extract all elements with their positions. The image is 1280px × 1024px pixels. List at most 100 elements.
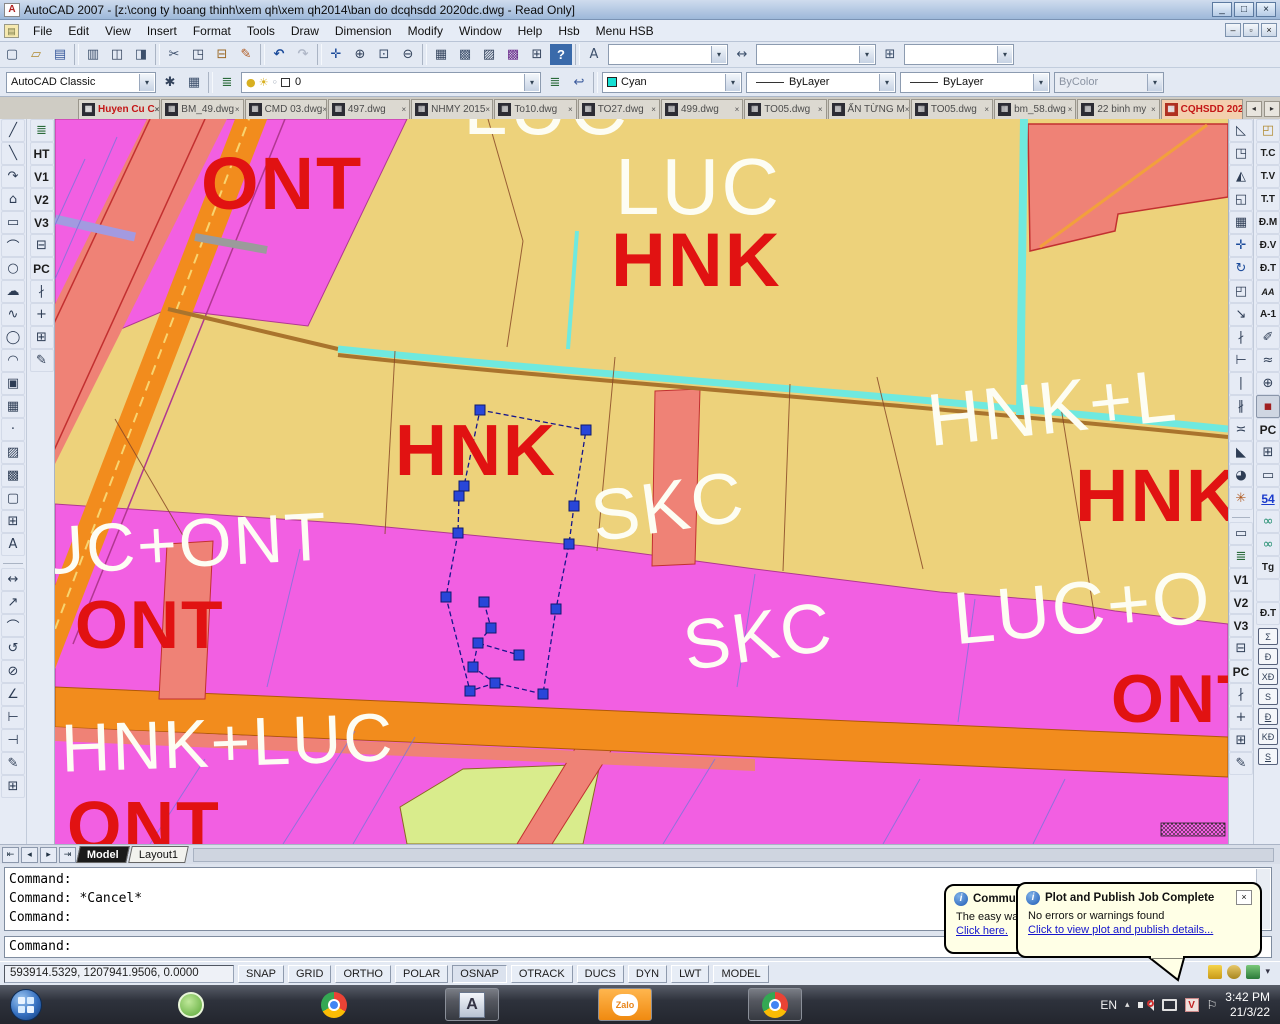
mtext-icon[interactable]: A: [1, 533, 25, 556]
workspace-save-icon[interactable]: ▦: [183, 72, 205, 93]
close-icon[interactable]: ×: [905, 105, 910, 114]
text-style-icon[interactable]: A: [583, 44, 605, 65]
menu-view[interactable]: View: [97, 21, 139, 41]
horizontal-scrollbar[interactable]: [193, 848, 1274, 862]
start-button[interactable]: [10, 989, 42, 1021]
window-tool-icon[interactable]: ⊟: [1229, 637, 1253, 660]
table-tool-icon[interactable]: ⊞: [30, 326, 54, 349]
next-tab-icon[interactable]: ▸: [40, 847, 57, 863]
doc-tab[interactable]: ▦497.dwg×: [328, 99, 410, 119]
break-icon[interactable]: ∦: [1229, 395, 1253, 418]
dim-style-icon[interactable]: ↔: [731, 44, 753, 65]
close-icon[interactable]: ×: [155, 105, 160, 114]
line-icon[interactable]: ╱: [1, 119, 25, 142]
tool-sigma-button[interactable]: Σ: [1258, 628, 1278, 645]
doc-minimize-button[interactable]: –: [1225, 23, 1241, 37]
ellipse-arc-icon[interactable]: ◠: [1, 349, 25, 372]
close-icon[interactable]: ×: [651, 105, 656, 114]
match-properties-icon[interactable]: ✎: [235, 44, 257, 65]
tab-scroll-right-icon[interactable]: ▸: [1264, 101, 1280, 117]
copy-object-icon[interactable]: ◳: [1229, 142, 1253, 165]
tool-a1-button[interactable]: A-1: [1256, 303, 1280, 326]
taskbar-zalo-icon[interactable]: Zalo: [609, 989, 641, 1021]
offset-icon[interactable]: ◱: [1229, 188, 1253, 211]
toggle-ducs[interactable]: DUCS: [577, 965, 624, 983]
dim-aligned-icon[interactable]: ↗: [1, 591, 25, 614]
tool-v1-button[interactable]: V1: [30, 165, 54, 188]
break-tool-icon[interactable]: ∤: [30, 280, 54, 303]
status-tray-arrow-icon[interactable]: ▾: [1265, 967, 1270, 977]
tool-v2-button[interactable]: V2: [30, 188, 54, 211]
menu-window[interactable]: Window: [451, 21, 510, 41]
lineweight-combo[interactable]: ByLayer ▾: [900, 72, 1050, 93]
wave-tool-icon[interactable]: ≈: [1256, 349, 1280, 372]
table-style-icon[interactable]: ⊞: [879, 44, 901, 65]
publish-icon[interactable]: ◨: [130, 44, 152, 65]
dim-arc-icon[interactable]: ⌒: [1, 614, 25, 637]
close-icon[interactable]: ×: [235, 105, 240, 114]
menu-tools[interactable]: Tools: [239, 21, 283, 41]
close-icon[interactable]: ×: [1068, 105, 1073, 114]
tool-s2-button[interactable]: S: [1258, 748, 1278, 765]
toggle-dyn[interactable]: DYN: [628, 965, 667, 983]
minimize-button[interactable]: _: [1212, 2, 1232, 17]
action-center-flag-icon[interactable]: ⚐: [1207, 998, 1218, 1012]
language-indicator[interactable]: EN: [1100, 998, 1117, 1012]
toggle-lwt[interactable]: LWT: [671, 965, 709, 983]
dim-diameter-icon[interactable]: ⊘: [1, 660, 25, 683]
rectangle-icon[interactable]: ▭: [1, 211, 25, 234]
tool-dm-button[interactable]: Đ.M: [1256, 211, 1280, 234]
doc-restore-button[interactable]: ▫: [1243, 23, 1259, 37]
cut-icon[interactable]: ✂: [163, 44, 185, 65]
stretch-icon[interactable]: ↘: [1229, 303, 1253, 326]
toggle-snap[interactable]: SNAP: [238, 965, 284, 983]
break-point-icon[interactable]: ∣: [1229, 372, 1253, 395]
extend-icon[interactable]: ⊢: [1229, 349, 1253, 372]
taskbar-chrome-icon[interactable]: [318, 989, 350, 1021]
copy-icon[interactable]: ◳: [187, 44, 209, 65]
break-tool-icon[interactable]: ∤: [1229, 683, 1253, 706]
click-here-link[interactable]: Click here.: [956, 925, 1008, 937]
linetype-combo[interactable]: ByLayer ▾: [746, 72, 896, 93]
trim-icon[interactable]: ∤: [1229, 326, 1253, 349]
tool-pc2-button[interactable]: PC: [1256, 418, 1280, 441]
tab-scroll-left-icon[interactable]: ◂: [1246, 101, 1262, 117]
doc-tab[interactable]: ▦Huyen Cu C×: [78, 99, 160, 119]
menu-menu-hsb[interactable]: Menu HSB: [588, 21, 662, 41]
doc-tab[interactable]: ▦TO05.dwg×: [744, 99, 826, 119]
plus-tool-icon[interactable]: +: [1229, 706, 1253, 729]
menu-modify[interactable]: Modify: [400, 21, 451, 41]
zoom-previous-icon[interactable]: ⊖: [397, 44, 419, 65]
array-icon[interactable]: ▦: [1229, 211, 1253, 234]
hatch-icon[interactable]: ▨: [1, 441, 25, 464]
tool-tg-button[interactable]: Tg: [1256, 556, 1280, 579]
tool-pc-button[interactable]: PC: [1229, 660, 1253, 683]
tool-aa-button[interactable]: AA: [1256, 280, 1280, 303]
plot-preview-icon[interactable]: ◫: [106, 44, 128, 65]
dim-angular-icon[interactable]: ∠: [1, 683, 25, 706]
vietkey-icon[interactable]: V: [1185, 998, 1199, 1012]
layer-combo[interactable]: ● ☀ ◦ 0 ▾: [241, 72, 541, 93]
toggle-polar[interactable]: POLAR: [395, 965, 448, 983]
menu-hsb[interactable]: Hsb: [550, 21, 587, 41]
dim-baseline-icon[interactable]: ⊢: [1, 706, 25, 729]
insert-block-icon[interactable]: ▣: [1, 372, 25, 395]
doc-tab[interactable]: ▦To10.dwg×: [494, 99, 576, 119]
sheetset-icon[interactable]: ▨: [478, 44, 500, 65]
taskbar-coccoc-icon[interactable]: [175, 989, 207, 1021]
last-tab-icon[interactable]: ⇥: [59, 847, 76, 863]
lock-tray-icon[interactable]: [1227, 965, 1241, 979]
drawing-canvas[interactable]: LUC ONT LUC HNK HNK SKC HNK+L HNK LUC+ON…: [55, 119, 1228, 844]
tool-v1-button[interactable]: V1: [1229, 568, 1253, 591]
layers-icon[interactable]: ≣: [1229, 545, 1253, 568]
grid-tool-icon[interactable]: ⊞: [1256, 441, 1280, 464]
menu-format[interactable]: Format: [185, 21, 239, 41]
dim-edit-icon[interactable]: ✎: [1, 752, 25, 775]
doc-tab[interactable]: ▦CMD 03.dwg×: [245, 99, 327, 119]
new-icon[interactable]: ▢: [1, 44, 23, 65]
plot-icon[interactable]: ▥: [82, 44, 104, 65]
first-tab-icon[interactable]: ⇤: [2, 847, 19, 863]
ellipse-icon[interactable]: ◯: [1, 326, 25, 349]
workspace-settings-icon[interactable]: ✱: [159, 72, 181, 93]
toggle-osnap[interactable]: OSNAP: [452, 965, 507, 983]
